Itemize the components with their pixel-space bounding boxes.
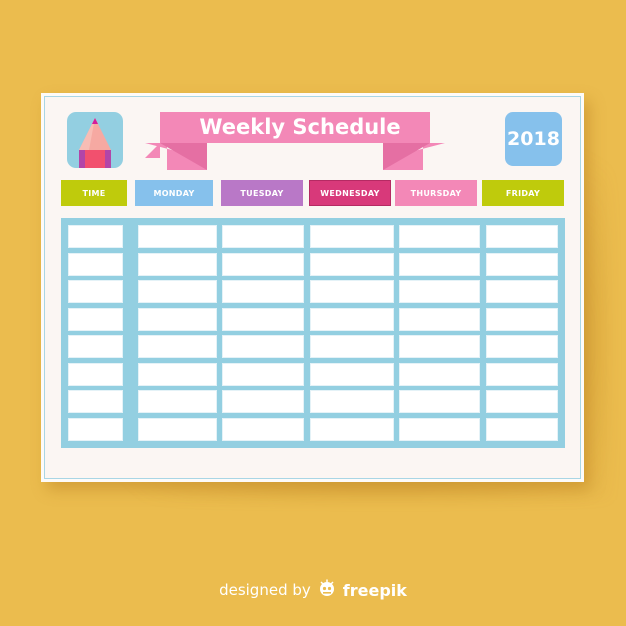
table-cell[interactable] xyxy=(138,390,217,414)
column-header-wednesday: WEDNESDAY xyxy=(309,180,391,206)
table-cell[interactable] xyxy=(138,225,217,249)
table-cell[interactable] xyxy=(310,390,394,414)
table-cell[interactable] xyxy=(399,362,480,386)
table-cell[interactable] xyxy=(68,390,123,414)
table-cell[interactable] xyxy=(68,280,123,304)
table-cell[interactable] xyxy=(68,225,123,249)
table-cell[interactable] xyxy=(138,362,217,386)
table-cell[interactable] xyxy=(222,307,304,331)
column-header-tuesday: TUESDAY xyxy=(221,180,303,206)
table-cell[interactable] xyxy=(399,417,480,441)
table-cell[interactable] xyxy=(68,362,123,386)
credit-prefix: designed by xyxy=(219,581,311,599)
table-cell[interactable] xyxy=(138,307,217,331)
table-cell[interactable] xyxy=(68,417,123,441)
table-cell[interactable] xyxy=(310,307,394,331)
table-cell[interactable] xyxy=(399,390,480,414)
table-cell[interactable] xyxy=(310,417,394,441)
table-cell[interactable] xyxy=(486,225,558,249)
table-cell[interactable] xyxy=(399,252,480,276)
table-cell[interactable] xyxy=(138,252,217,276)
table-cell[interactable] xyxy=(222,280,304,304)
table-cell[interactable] xyxy=(222,225,304,249)
column-header-time: TIME xyxy=(61,180,127,206)
table-cell[interactable] xyxy=(222,252,304,276)
table-cell[interactable] xyxy=(310,280,394,304)
table-cell[interactable] xyxy=(310,335,394,359)
year-badge: 2018 xyxy=(505,112,562,166)
table-cell[interactable] xyxy=(310,225,394,249)
table-cell[interactable] xyxy=(68,252,123,276)
column-header-monday: MONDAY xyxy=(135,180,213,206)
column-header-friday: FRIDAY xyxy=(482,180,564,206)
table-cell[interactable] xyxy=(138,417,217,441)
footer-credit: designed by freepik xyxy=(0,578,626,602)
table-cell[interactable] xyxy=(138,335,217,359)
table-cell[interactable] xyxy=(486,252,558,276)
freepik-logo-icon xyxy=(317,579,337,601)
table-cell[interactable] xyxy=(222,362,304,386)
table-cell[interactable] xyxy=(399,307,480,331)
table-cell[interactable] xyxy=(222,335,304,359)
credit-brand: freepik xyxy=(342,580,407,600)
table-cell[interactable] xyxy=(138,280,217,304)
column-header-thursday: THURSDAY xyxy=(395,180,477,206)
table-cell[interactable] xyxy=(399,225,480,249)
table-cell[interactable] xyxy=(310,362,394,386)
table-cell[interactable] xyxy=(222,417,304,441)
schedule-table xyxy=(61,218,565,448)
table-cell[interactable] xyxy=(222,390,304,414)
table-cell[interactable] xyxy=(486,390,558,414)
pencil-icon xyxy=(67,112,123,168)
table-cell[interactable] xyxy=(68,307,123,331)
table-cell[interactable] xyxy=(486,280,558,304)
table-cell[interactable] xyxy=(399,280,480,304)
table-cell[interactable] xyxy=(399,335,480,359)
table-cell[interactable] xyxy=(486,362,558,386)
table-cell[interactable] xyxy=(310,252,394,276)
table-cell[interactable] xyxy=(486,335,558,359)
table-cell[interactable] xyxy=(486,417,558,441)
table-cell[interactable] xyxy=(68,335,123,359)
table-cell[interactable] xyxy=(486,307,558,331)
page-title: Weekly Schedule xyxy=(199,115,401,139)
